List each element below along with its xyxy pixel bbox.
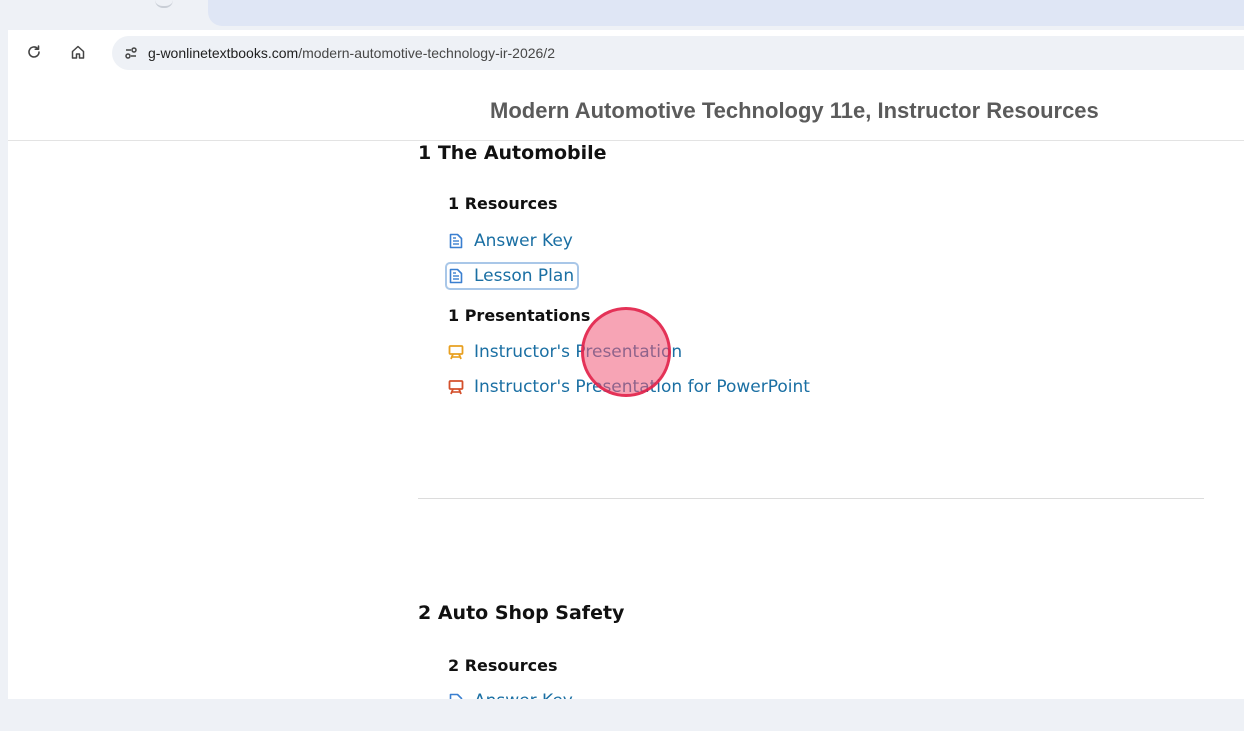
chapter-1: 1 The Automobile 1 Resources Answer Key (418, 140, 1208, 570)
answer-key-link[interactable]: Answer Key (448, 230, 575, 252)
presentations-heading: 1 Presentations (448, 306, 591, 325)
address-bar[interactable]: g-wonlinetextbooks.com/modern-automotive… (112, 36, 1244, 70)
page-header: Modern Automotive Technology 11e, Instru… (8, 74, 1244, 141)
powerpoint-presentation-icon (448, 380, 464, 395)
instructors-presentation-powerpoint-link[interactable]: Instructor's Presentation for PowerPoint (448, 376, 812, 398)
chapter-title: 1 The Automobile (418, 142, 607, 164)
link-label: Answer Key (474, 691, 573, 699)
site-title: Modern Automotive Technology 11e, Instru… (490, 98, 1099, 123)
answer-key-link[interactable]: Answer Key (448, 690, 575, 699)
resources-heading: 1 Resources (448, 194, 558, 213)
resources-heading: 2 Resources (448, 656, 558, 675)
document-icon (449, 233, 463, 249)
chapter-2: 2 Auto Shop Safety 2 Resources Answer Ke… (418, 600, 1208, 699)
site-info-icon[interactable] (118, 40, 144, 66)
tab-strip (0, 0, 1244, 30)
document-icon (449, 268, 463, 284)
link-label: Lesson Plan (474, 266, 575, 286)
link-label: Instructor's Presentation for PowerPoint (474, 377, 810, 397)
reload-icon[interactable] (20, 38, 48, 66)
instructors-presentation-link[interactable]: Instructor's Presentation (448, 341, 684, 363)
chapter-title: 2 Auto Shop Safety (418, 602, 625, 624)
presentation-icon (448, 345, 464, 360)
link-label: Answer Key (474, 231, 573, 251)
url-text: g-wonlinetextbooks.com/modern-automotive… (148, 45, 555, 61)
browser-toolbar: g-wonlinetextbooks.com/modern-automotive… (8, 30, 1244, 74)
inactive-tab-edge (155, 0, 173, 8)
bottom-frame (0, 699, 1244, 731)
active-tab[interactable] (208, 0, 1244, 26)
link-label: Instructor's Presentation (474, 342, 683, 362)
lesson-plan-link[interactable]: Lesson Plan (444, 262, 580, 290)
home-icon[interactable] (64, 38, 92, 66)
chapter-divider (418, 498, 1204, 499)
url-path: /modern-automotive-technology-ir-2026/2 (298, 45, 555, 61)
page-viewport: Modern Automotive Technology 11e, Instru… (8, 74, 1244, 699)
url-domain: g-wonlinetextbooks.com (148, 45, 299, 61)
